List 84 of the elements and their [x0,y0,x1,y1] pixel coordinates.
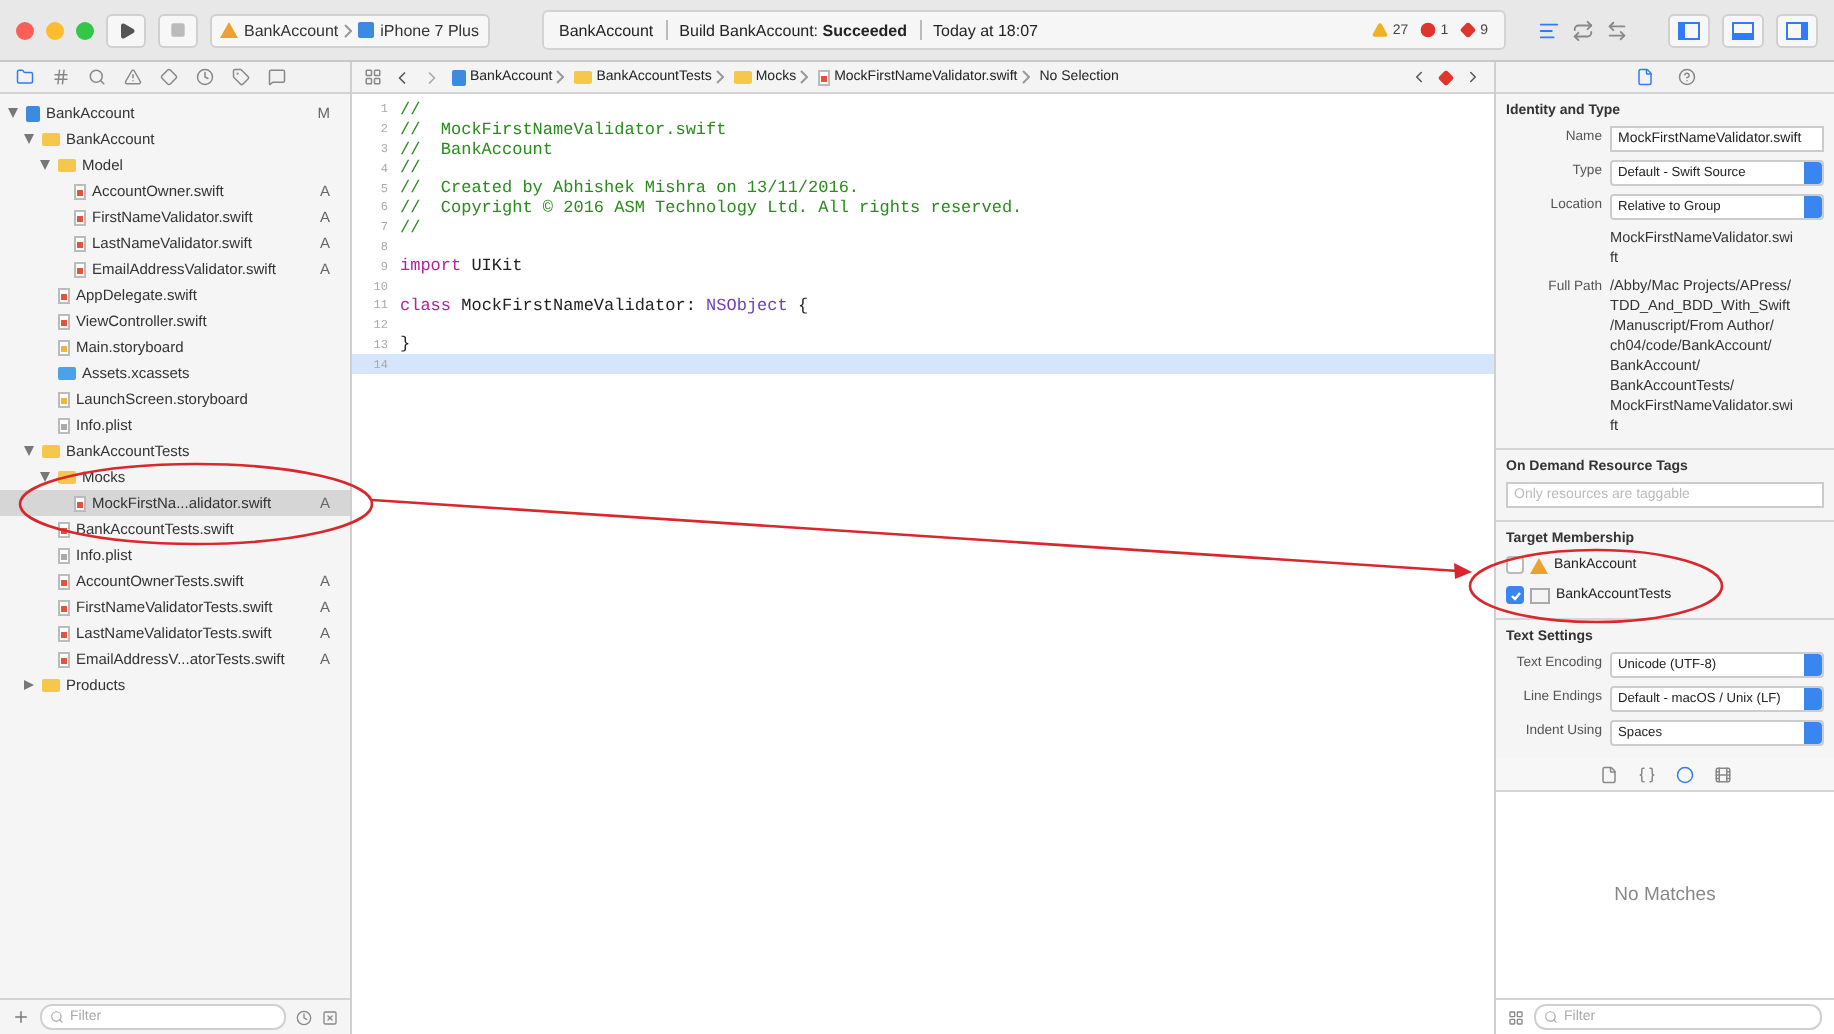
related-items-icon[interactable] [364,68,382,86]
search-icon [1544,1010,1558,1024]
folder-icon [574,70,593,84]
disclosure-icon[interactable] [8,108,18,118]
issue-navigator-tab[interactable] [124,68,142,86]
play-icon [117,21,135,39]
panel-layout-icon [1786,21,1808,39]
issue-icon[interactable] [1438,69,1454,85]
code-library-tab[interactable] [1637,765,1655,783]
chevron-icon [556,70,565,84]
build-time: Today at 18:07 [933,21,1038,39]
chevron-icon [344,23,353,37]
zoom-button[interactable] [76,21,94,39]
code-text: // MockFirstNameValidator.swift [400,119,727,140]
stop-button[interactable] [158,13,198,47]
previous-issue-icon[interactable] [1410,68,1428,86]
next-issue-icon[interactable] [1464,68,1482,86]
plist-file-icon [58,547,70,563]
device-icon [358,22,375,38]
storyboard-file-icon [58,339,70,355]
swift-file-icon [818,69,831,85]
app-icon [1530,557,1548,573]
folder-icon [42,678,60,692]
target-checkbox[interactable] [1506,586,1524,604]
scheme-selector[interactable]: BankAccount iPhone 7 Plus [210,13,490,47]
folder-icon [58,366,76,380]
error-icon [1420,22,1437,38]
debug-panel-toggle[interactable] [1722,13,1764,47]
report-navigator-tab[interactable] [268,68,286,86]
find-navigator-tab[interactable] [88,68,106,86]
chevron-icon [1021,70,1030,84]
empty-message: No Matches [1614,884,1716,906]
code-text: // [400,158,421,179]
recent-files-icon[interactable] [296,1009,312,1025]
disclosure-icon[interactable] [24,134,34,144]
help-inspector-tab[interactable] [1677,68,1695,86]
assistant-editor-button[interactable] [1572,19,1594,41]
code-text: } [400,334,411,355]
project-icon [26,105,40,121]
symbol-navigator-tab[interactable] [52,68,70,86]
storyboard-file-icon [58,391,70,407]
disclosure-icon[interactable] [40,160,50,170]
activity-project: BankAccount [559,21,654,39]
grid-view-icon[interactable] [1508,1009,1524,1025]
search-icon [50,1010,64,1024]
stop-icon [170,22,186,38]
navigator-panel-toggle[interactable] [1668,13,1710,47]
code-text: // Copyright © 2016 ASM Technology Ltd. All rights reserved. [400,197,1023,218]
add-icon[interactable] [12,1008,30,1026]
object-library-tab[interactable] [1675,765,1693,783]
project-navigator-tab[interactable] [16,68,34,86]
run-button[interactable] [106,13,146,47]
folder-icon [733,70,752,84]
file-library-tab[interactable] [1599,765,1617,783]
code-text: class MockFirstNameValidator: NSObject { [400,295,809,316]
disclosure-icon[interactable] [40,472,50,482]
version-editor-button[interactable] [1606,19,1628,41]
code-text: // [400,99,421,120]
debug-navigator-tab[interactable] [196,68,214,86]
chevron-icon [715,70,724,84]
plist-file-icon [58,417,70,433]
modified-files-icon[interactable] [322,1009,338,1025]
panel-layout-icon [1732,21,1754,39]
warning-icon [1372,22,1389,38]
media-library-tab[interactable] [1713,765,1731,783]
code-text: // [400,217,421,238]
runtime-issue-icon [1460,22,1477,38]
test-bundle-icon [1530,587,1550,603]
code-text: // BankAccount [400,139,554,159]
standard-editor-button[interactable] [1538,19,1560,41]
breakpoint-navigator-tab[interactable] [232,68,250,86]
close-button[interactable] [16,21,34,39]
build-status: Build BankAccount: Succeeded [679,21,908,39]
code-text: // Created by Abhishek Mishra on 13/11/2016. [400,178,860,199]
code-text: import UIKit [400,256,523,277]
project-icon [452,69,466,85]
panel-layout-icon [1678,21,1700,39]
file-inspector-tab[interactable] [1635,68,1653,86]
test-navigator-tab[interactable] [160,68,178,86]
disclosure-icon[interactable] [24,446,34,456]
utilities-panel-toggle[interactable] [1776,13,1818,47]
chevron-icon [800,70,809,84]
disclosure-icon[interactable] [24,680,34,690]
app-icon [220,22,238,38]
